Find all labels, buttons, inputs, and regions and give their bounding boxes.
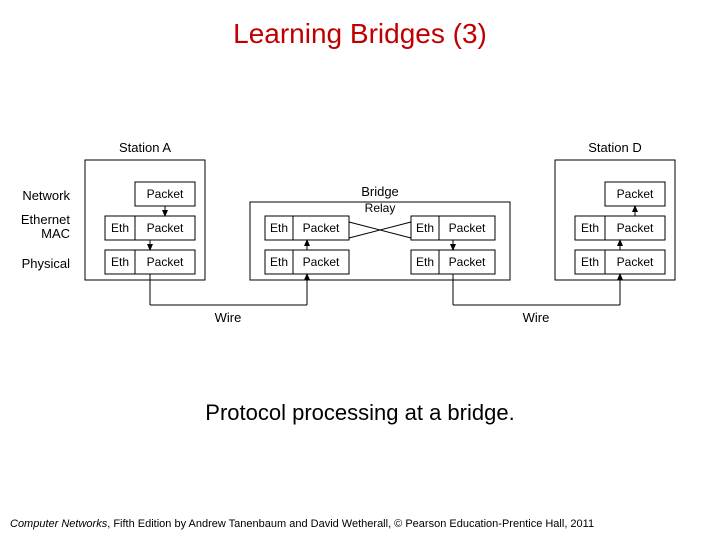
footer-book: Computer Networks [10, 518, 107, 530]
label-station-d: Station D [588, 140, 641, 155]
footer: Computer Networks, Fifth Edition by Andr… [10, 518, 710, 530]
stationA-phys-packet: Packet [147, 255, 184, 269]
stationA-mac-packet: Packet [147, 221, 184, 235]
label-bridge: Bridge [361, 184, 399, 199]
stationA-mac-eth: Eth [111, 221, 129, 235]
stationD-mac-packet: Packet [617, 221, 654, 235]
label-wire-right: Wire [523, 310, 550, 325]
bridge-left-mac-eth: Eth [270, 221, 288, 235]
stationD-network-packet: Packet [617, 187, 654, 201]
bridge-right-mac-packet: Packet [449, 221, 486, 235]
bridge-left-mac-packet: Packet [303, 221, 340, 235]
bridge-left-phys-eth: Eth [270, 255, 288, 269]
footer-rest: , Fifth Edition by Andrew Tanenbaum and … [107, 518, 594, 530]
stationD-mac-eth: Eth [581, 221, 599, 235]
label-station-a: Station A [119, 140, 171, 155]
bridge-left-phys-packet: Packet [303, 255, 340, 269]
label-wire-left: Wire [215, 310, 242, 325]
stationD-phys-eth: Eth [581, 255, 599, 269]
label-network: Network [22, 188, 70, 203]
stationD-phys-packet: Packet [617, 255, 654, 269]
label-ethmac1: Ethernet [21, 212, 71, 227]
stationA-phys-eth: Eth [111, 255, 129, 269]
bridge-right-mac-eth: Eth [416, 221, 434, 235]
slide-title: Learning Bridges (3) [0, 18, 720, 50]
label-relay: Relay [365, 201, 396, 215]
bridge-right-phys-eth: Eth [416, 255, 434, 269]
label-physical: Physical [22, 256, 71, 271]
stationA-network-packet: Packet [147, 187, 184, 201]
slide-caption: Protocol processing at a bridge. [0, 400, 720, 426]
label-ethmac2: MAC [41, 226, 70, 241]
bridge-right-phys-packet: Packet [449, 255, 486, 269]
diagram: Network Ethernet MAC Physical Station A … [0, 110, 720, 430]
